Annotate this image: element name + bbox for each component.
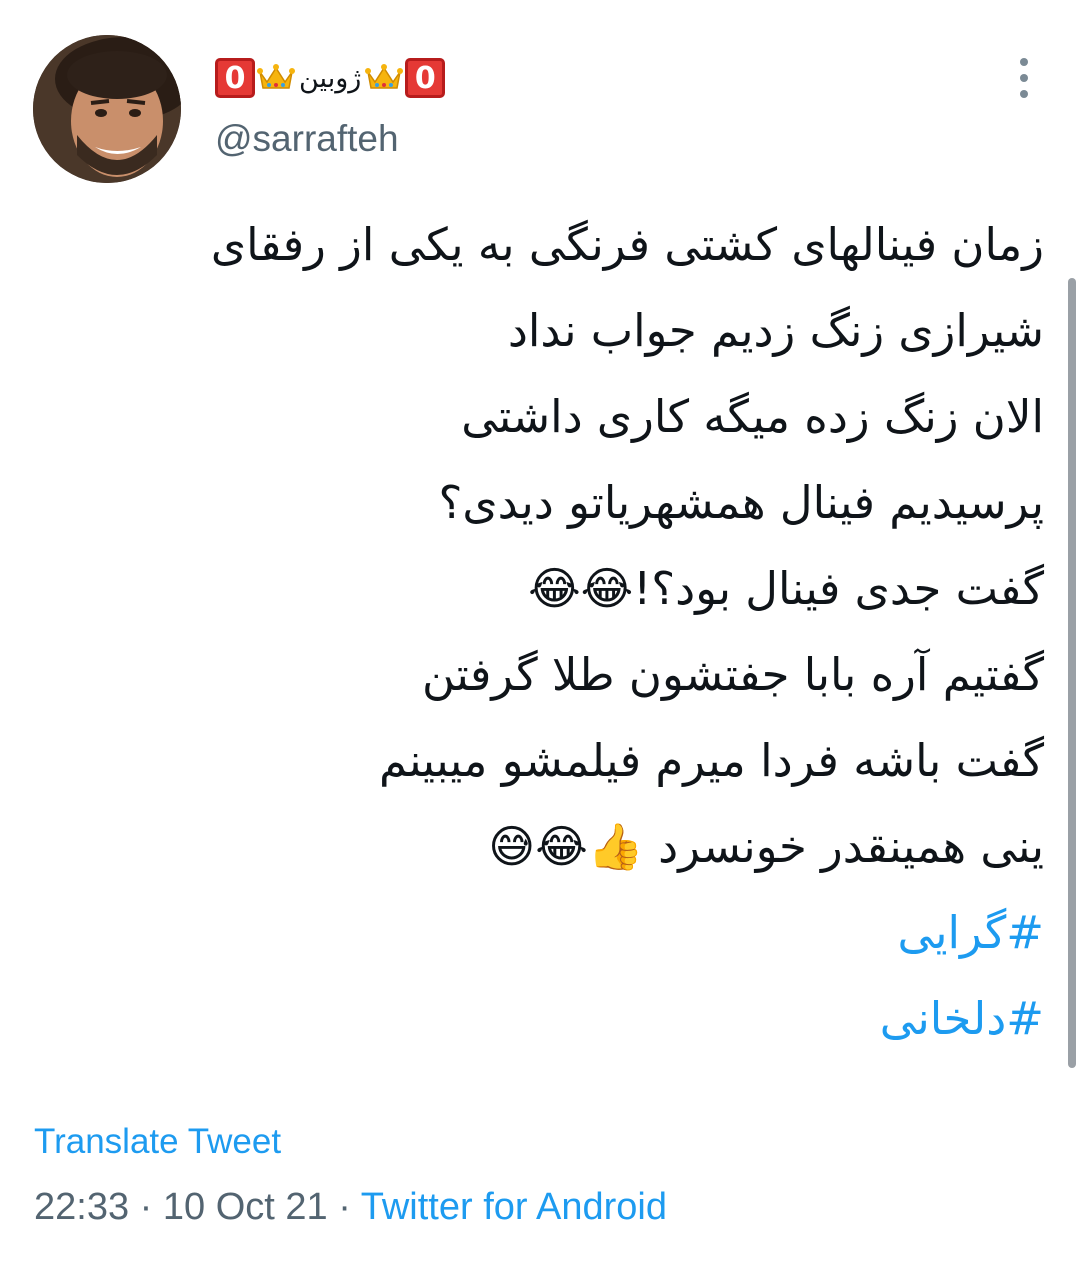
zero-badge-icon: 0: [215, 58, 255, 98]
hashtag-link[interactable]: #گرایی: [898, 906, 1045, 959]
display-name-text: ژوبین: [299, 62, 362, 94]
tweet-line: گفتیم آره بابا جفتشون طلا گرفتن: [422, 648, 1044, 701]
avatar[interactable]: [33, 35, 181, 183]
scrollbar[interactable]: [1068, 278, 1076, 1068]
zero-badge-icon: 0: [405, 58, 446, 98]
hashtag-link[interactable]: #دلخانی: [880, 992, 1044, 1045]
more-vertical-icon[interactable]: [1010, 58, 1038, 98]
meta-separator: ·: [129, 1186, 163, 1228]
dot: [1020, 74, 1028, 82]
tweet-date[interactable]: 10 Oct 21: [163, 1186, 328, 1228]
crown-icon: [257, 62, 295, 94]
dot: [1020, 90, 1028, 98]
display-name[interactable]: 0 ژوبین 0: [215, 52, 446, 104]
tweet-line: گفت جدی فینال بود؟!😂😂: [528, 562, 1044, 615]
translate-tweet-link[interactable]: Translate Tweet: [34, 1122, 281, 1162]
hashtag-line: #گرایی: [44, 890, 1045, 976]
avatar-photo: [33, 35, 181, 183]
tweet-text: زمان فینالهای کشتی فرنگی به یکی از رفقای…: [44, 202, 1044, 1062]
tweet-line: پرسیدیم فینال همشهریاتو دیدی؟: [438, 476, 1044, 529]
dot: [1020, 58, 1028, 66]
tweet-source-link[interactable]: Twitter for Android: [361, 1186, 667, 1228]
crown-icon: [365, 62, 404, 94]
tweet-meta: 22:33 · 10 Oct 21 · Twitter for Android: [34, 1186, 667, 1229]
tweet-line: زمان فینالهای کشتی فرنگی به یکی از رفقای: [210, 218, 1044, 271]
tweet-line: ینی همینقدر خونسرد 👍😂😅: [488, 820, 1044, 873]
meta-separator: ·: [327, 1186, 361, 1228]
user-handle[interactable]: @sarrafteh: [215, 118, 399, 160]
tweet-header: 0 ژوبین 0 @sarrafteh: [0, 0, 1080, 200]
tweet-line: شیرازی زنگ زدیم جواب نداد: [507, 304, 1044, 357]
tweet-line: گفت باشه فردا میرم فیلمشو میبینم: [379, 734, 1044, 787]
tweet-line: الان زنگ زده میگه کاری داشتی: [461, 390, 1044, 443]
tweet-time[interactable]: 22:33: [34, 1186, 129, 1228]
hashtag-line: #دلخانی: [44, 976, 1044, 1062]
